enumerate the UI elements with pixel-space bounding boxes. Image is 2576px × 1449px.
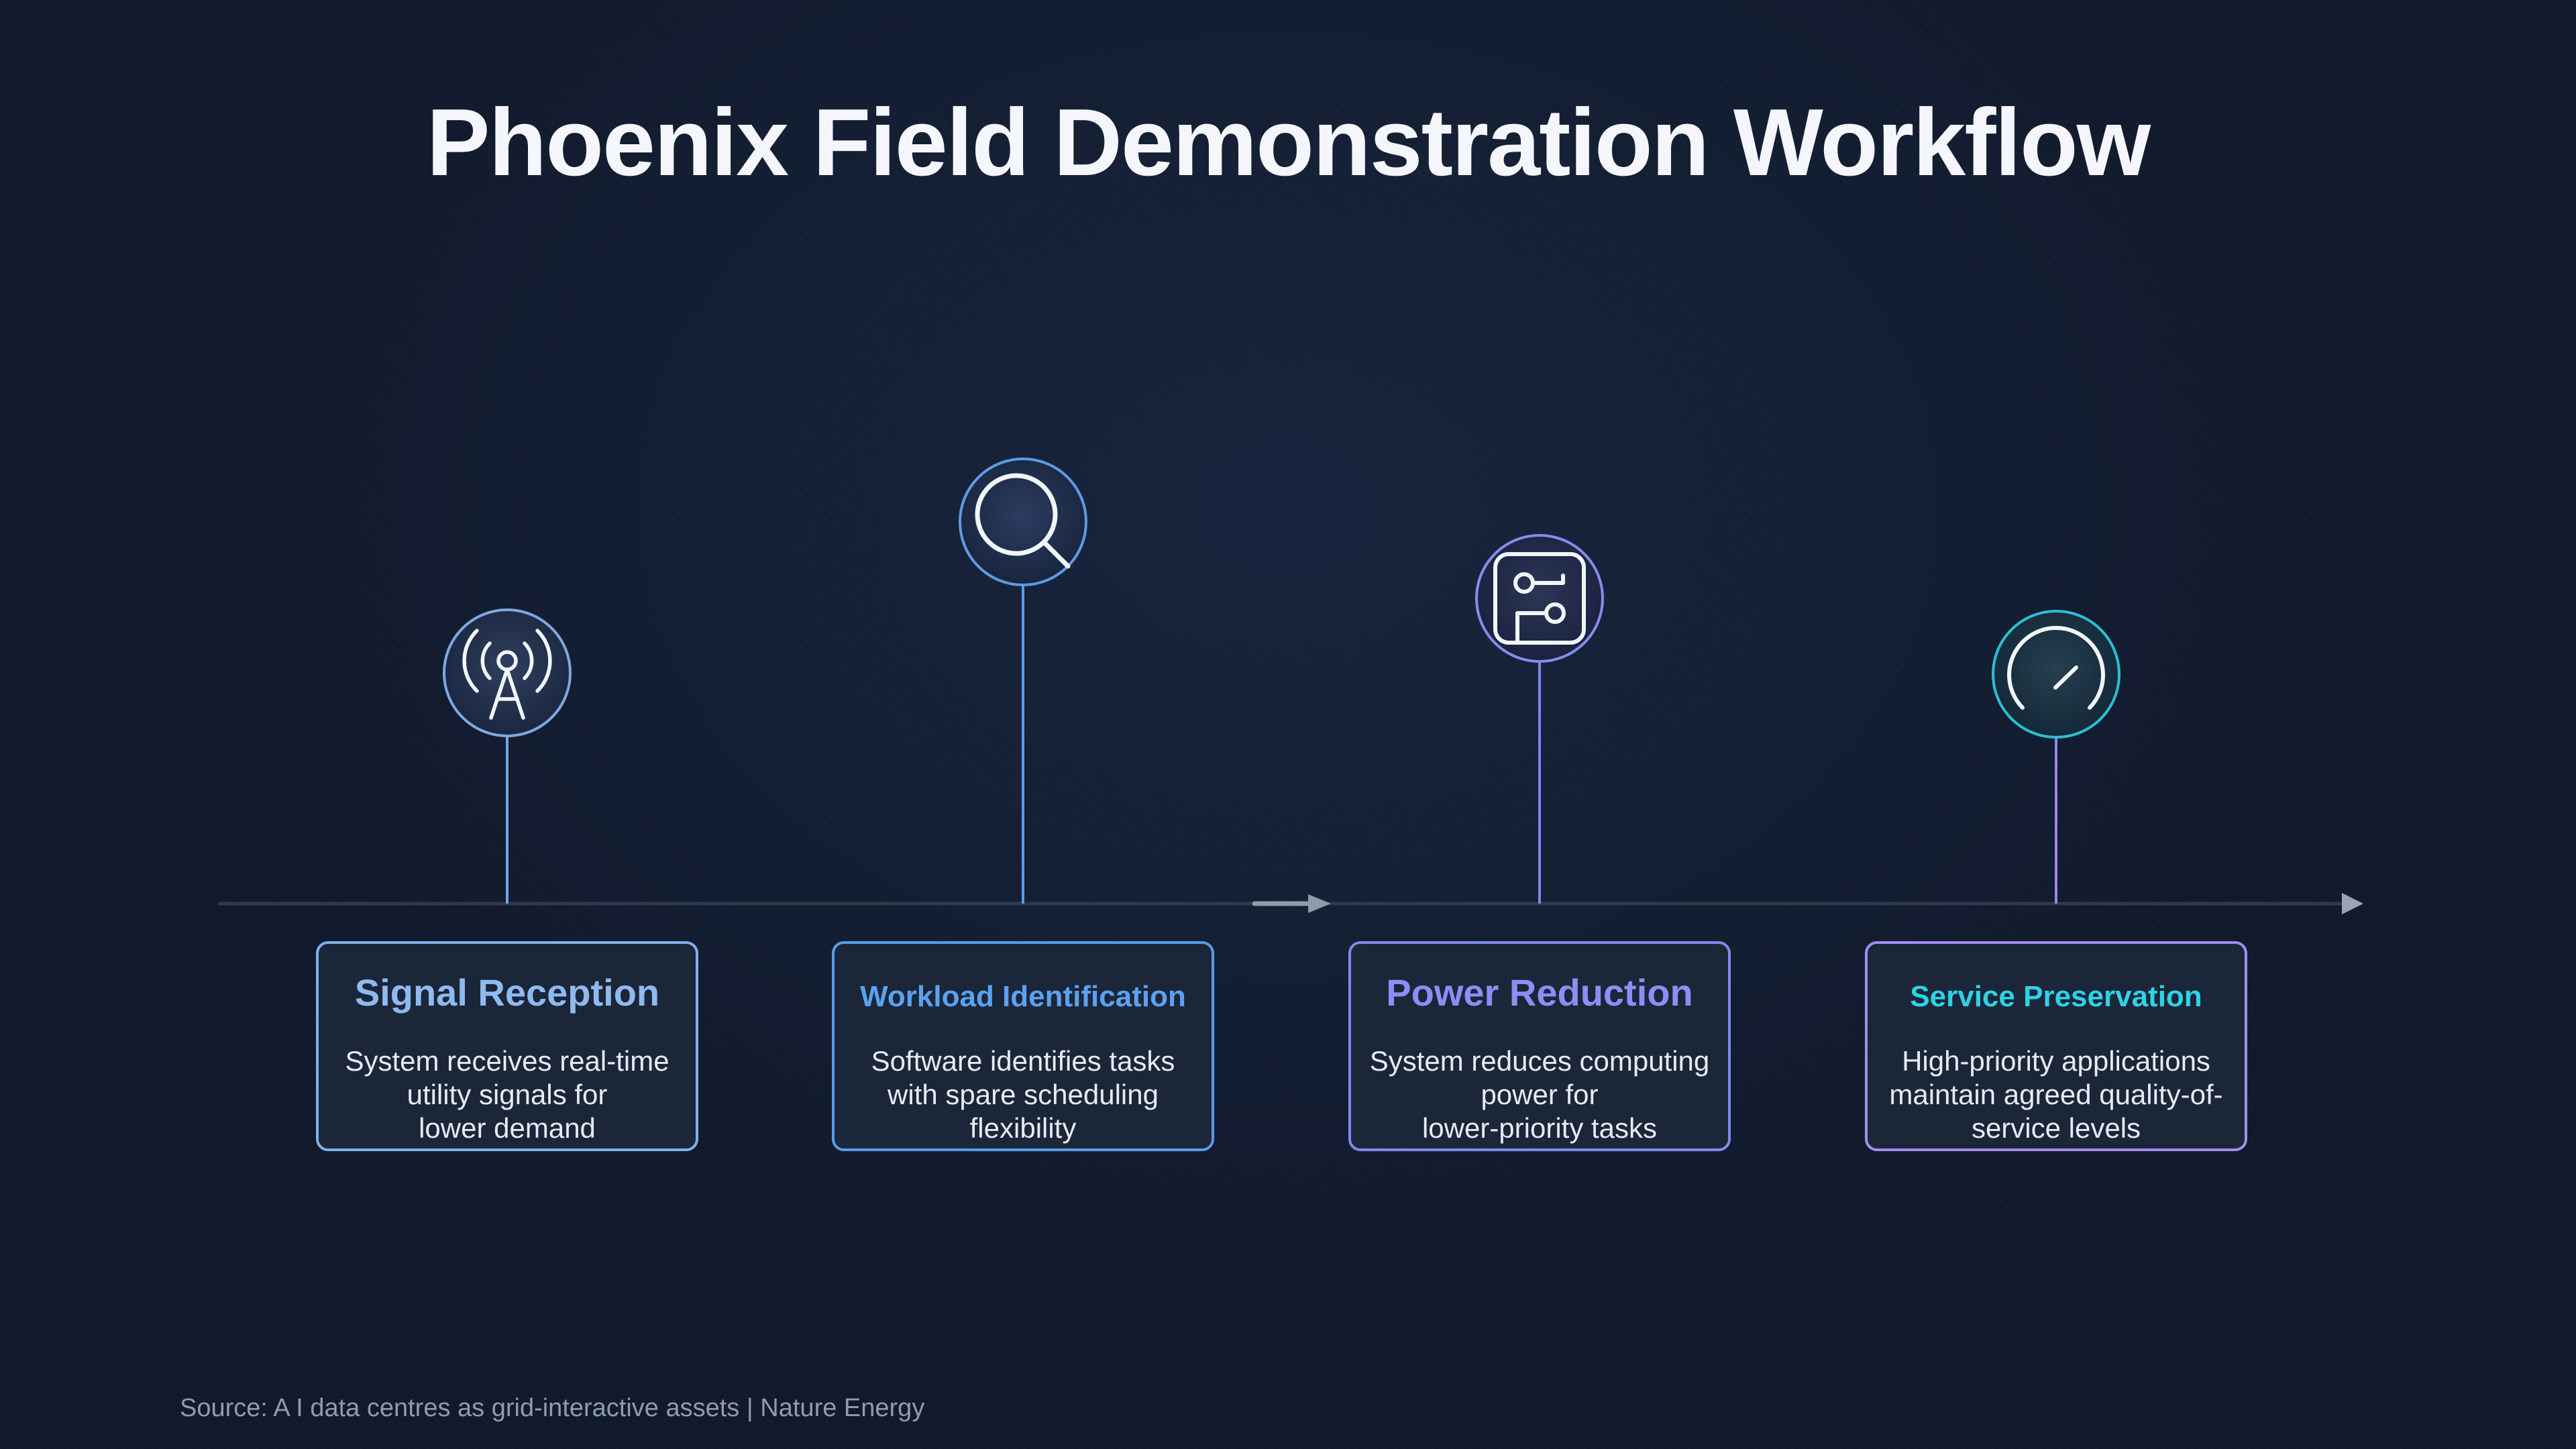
step-card-signal-reception: Signal Reception System receives real-ti… (316, 941, 698, 1151)
step-card-workload-identification: Workload Identification Software identif… (832, 941, 1214, 1151)
timeline-end-arrow (2342, 893, 2363, 914)
step-description: System receives real-time utility signal… (345, 1045, 669, 1144)
step-card-power-reduction: Power Reduction System reduces computing… (1348, 941, 1731, 1151)
timeline-mid-arrow-head (1308, 894, 1331, 913)
step-description: Software identifies tasks with spare sch… (871, 1045, 1175, 1144)
step-description: High-priority applications maintain agre… (1889, 1045, 2223, 1144)
step-workload-identification-marker (959, 458, 1087, 904)
step-signal-reception-marker (443, 608, 572, 904)
step-title: Signal Reception (354, 971, 660, 1014)
step-title: Power Reduction (1386, 971, 1693, 1014)
step-card-service-preservation: Service Preservation High-priority appli… (1865, 941, 2247, 1151)
workflow-diagram (218, 458, 2363, 914)
step-power-reduction-marker (1475, 534, 1604, 904)
slide: Phoenix Field Demonstration Workflow Sig… (0, 0, 2576, 1449)
source-caption: Source: A I data centres as grid-interac… (180, 1394, 925, 1422)
icon-circle (1992, 610, 2121, 739)
step-description: System reduces computing power for lower… (1369, 1045, 1710, 1144)
step-service-preservation-marker (1992, 610, 2121, 904)
step-title: Service Preservation (1910, 980, 2202, 1013)
step-title: Workload Identification (860, 980, 1186, 1013)
